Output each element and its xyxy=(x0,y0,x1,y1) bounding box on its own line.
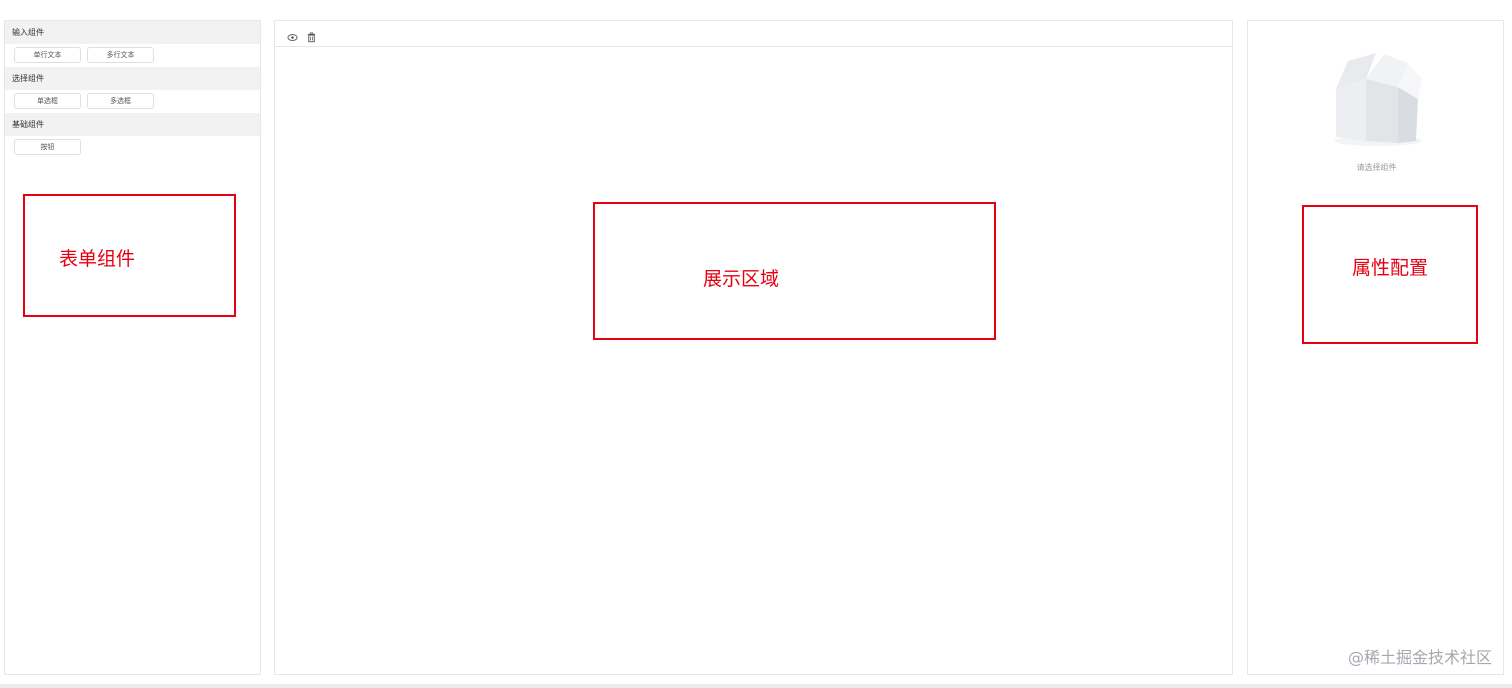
radio-button[interactable]: 单选框 xyxy=(14,93,81,109)
group-title: 选择组件 xyxy=(5,67,260,90)
trash-icon[interactable] xyxy=(306,28,317,43)
watermark: @稀土掘金技术社区 xyxy=(1347,648,1492,667)
group-title: 输入组件 xyxy=(5,21,260,44)
bottom-scrollbar xyxy=(0,684,1512,688)
canvas-area xyxy=(274,20,1233,675)
annotation-label-display-area: 展示区域 xyxy=(703,268,780,290)
empty-box-illustration xyxy=(1334,53,1422,146)
single-line-text-button[interactable]: 单行文本 xyxy=(14,47,81,63)
empty-state-text: 请选择组件 xyxy=(1356,163,1397,172)
button-component-button[interactable]: 按钮 xyxy=(14,139,81,155)
annotation-label-form-components: 表单组件 xyxy=(59,248,136,270)
component-palette: 输入组件 单行文本 多行文本 选择组件 单选框 多选框 基础组件 按钮 xyxy=(4,20,261,675)
eye-icon[interactable] xyxy=(287,28,298,41)
property-panel: 请选择组件 xyxy=(1247,20,1504,675)
canvas-toolbar xyxy=(275,21,1232,47)
group-title: 基础组件 xyxy=(5,113,260,136)
multi-line-text-button[interactable]: 多行文本 xyxy=(87,47,154,63)
group-input: 输入组件 单行文本 多行文本 xyxy=(5,21,260,67)
annotation-label-property-config: 属性配置 xyxy=(1352,257,1429,279)
group-basic: 基础组件 按钮 xyxy=(5,113,260,159)
checkbox-button[interactable]: 多选框 xyxy=(87,93,154,109)
annotation-box-display-area xyxy=(593,202,996,340)
group-select: 选择组件 单选框 多选框 xyxy=(5,67,260,113)
